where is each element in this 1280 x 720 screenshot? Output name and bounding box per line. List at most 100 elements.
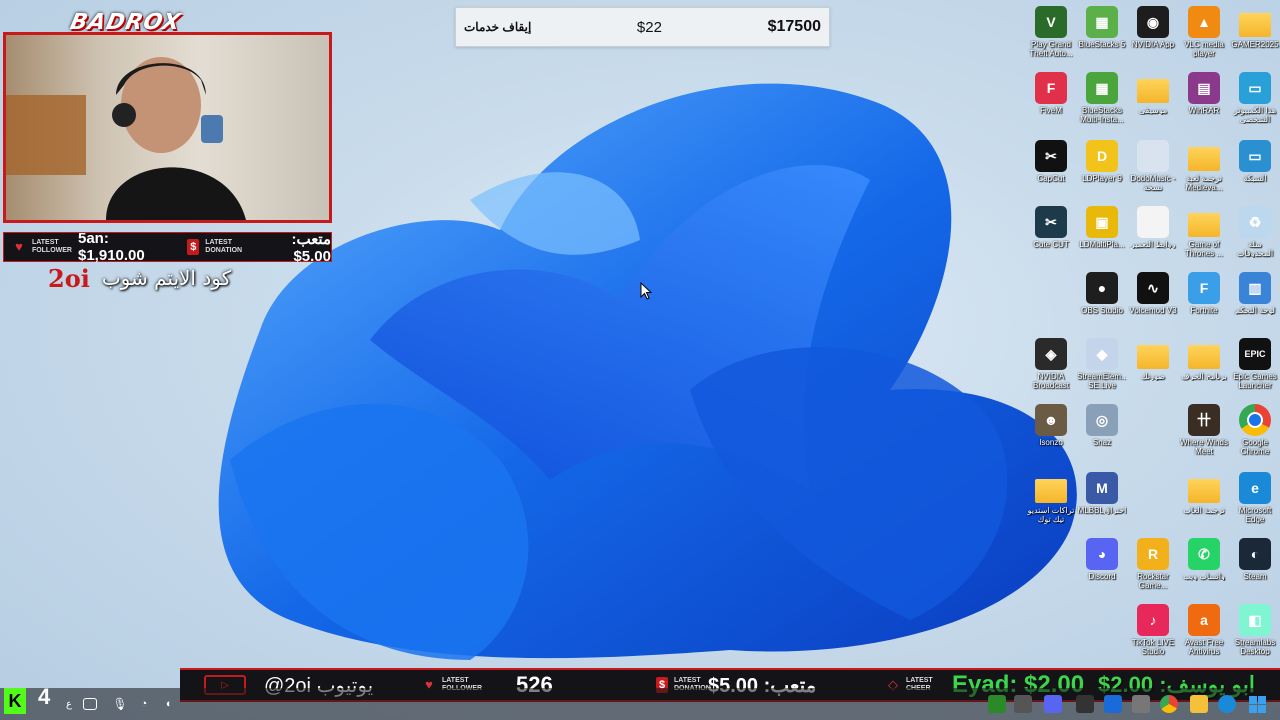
- desktop-icon-label: تراكات استديو تيك توك: [1027, 506, 1075, 524]
- desktop-icon[interactable]: برنامج الحرف: [1179, 338, 1229, 381]
- desktop-icon-label: الشبكة: [1243, 174, 1267, 183]
- desktop-icon[interactable]: ☻ Isonzo: [1026, 404, 1076, 447]
- desktop-icon[interactable]: ◎ Snaz: [1077, 404, 1127, 447]
- desktop-icon[interactable]: ◆ StreamElem... SE.Live: [1077, 338, 1127, 390]
- desktop-icon[interactable]: ▦ BlueStacks Multi-Insta...: [1077, 72, 1127, 124]
- discord-taskbar-icon[interactable]: [1042, 688, 1064, 720]
- desktop-icon[interactable]: e Microsoft Edge: [1230, 472, 1280, 524]
- streamelements-icon: ◆: [1086, 338, 1118, 370]
- desktop-icon[interactable]: ◐ Steam: [1230, 538, 1280, 581]
- desktop-icon[interactable]: R Rockstar Game...: [1128, 538, 1178, 590]
- desktop-icon[interactable]: موسيقى: [1128, 72, 1178, 115]
- desktop-icon[interactable]: ▭ الشبكة: [1230, 140, 1280, 183]
- app-icon[interactable]: [1012, 688, 1034, 720]
- desktop-icon-label: هذا الكمبيوتر الشخصي: [1233, 106, 1277, 124]
- desktop-icon-label: Fortnite: [1190, 306, 1218, 315]
- desktop-icon[interactable]: صورتك: [1128, 338, 1178, 381]
- stop-services-label: إيقاف خدمات: [464, 20, 532, 34]
- chrome-taskbar-icon[interactable]: [1158, 688, 1180, 720]
- desktop-icon[interactable]: ▤ WinRAR: [1179, 72, 1229, 115]
- desktop-icon[interactable]: ◉ NVIDIA App: [1128, 6, 1178, 49]
- app-icon[interactable]: [1130, 688, 1152, 720]
- desktop-icon[interactable]: تراكات استديو تيك توك: [1026, 472, 1076, 524]
- desktop-icon[interactable]: ▦ BlueStacks 5: [1077, 6, 1127, 49]
- desktop-icon[interactable]: ◈ NVIDIA Broadcast: [1026, 338, 1076, 390]
- desktop-icon[interactable]: ▥ لوحة التحكم: [1230, 272, 1280, 315]
- network-icon: ▭: [1239, 140, 1271, 172]
- microphone-icon[interactable]: 🎙: [112, 688, 128, 720]
- epic-games-icon: EPIC: [1239, 338, 1271, 370]
- app-icon[interactable]: [1074, 688, 1096, 720]
- desktop-icon[interactable]: ◕ Discord: [1077, 538, 1127, 581]
- desktop-icon[interactable]: روابط التعمير: [1128, 206, 1178, 249]
- desktop-icon[interactable]: ♻ سلة المحذوفات: [1230, 206, 1280, 258]
- steam-icon: ◐: [1239, 538, 1271, 570]
- keyboard-language-icon[interactable]: ع: [62, 688, 76, 720]
- desktop-icon[interactable]: F Fortnite: [1179, 272, 1229, 315]
- desktop-icon[interactable]: ✆ واتساب ويب: [1179, 538, 1229, 581]
- mouse-cursor-icon: [640, 282, 652, 300]
- desktop-icon-label: ترجمة لعبة Medieva...: [1185, 174, 1223, 192]
- latest-follower-value: 5an: $1,910.00: [78, 230, 145, 264]
- desktop-icon-label: LDMultiPla...: [1079, 240, 1125, 249]
- desktop-icon[interactable]: ▲ VLC media player: [1179, 6, 1229, 58]
- desktop-icon[interactable]: 卄 Where Winds Meet: [1179, 404, 1229, 456]
- desktop-icon[interactable]: ● OBS Studio: [1077, 272, 1127, 315]
- folder-icon: [1239, 6, 1271, 38]
- desktop-icon[interactable]: Google Chrome: [1230, 404, 1280, 456]
- taskbar: ع 🎙 ◔ ◖: [0, 688, 1280, 720]
- desktop-icon[interactable]: F FiveM: [1026, 72, 1076, 115]
- desktop-icon-label: Cute CUT: [1033, 240, 1069, 249]
- desktop-icon[interactable]: GAMER2025: [1230, 6, 1280, 49]
- desktop-icon[interactable]: D LDPlayer 9: [1077, 140, 1127, 183]
- desktop-icon-label: Discord: [1088, 572, 1116, 581]
- fivem-icon: F: [1035, 72, 1067, 104]
- edge-taskbar-icon[interactable]: [1216, 688, 1238, 720]
- desktop-icon[interactable]: ترجمة لعبة Medieva...: [1179, 140, 1229, 192]
- desktop-icon[interactable]: Game of Thrones ...: [1179, 206, 1229, 258]
- desktop-icon-label: Epic Games Launcher: [1233, 372, 1277, 390]
- xbox-icon[interactable]: [986, 688, 1008, 720]
- volume-icon[interactable]: ◖: [160, 688, 176, 720]
- desktop-icon-label: NVIDIA Broadcast: [1032, 372, 1070, 390]
- desktop-icon-label: Game of Thrones ...: [1184, 240, 1224, 258]
- webcam-figure: [6, 57, 246, 220]
- file-explorer-icon[interactable]: [1188, 688, 1210, 720]
- desktop-icon-label: لوحة التحكم: [1234, 306, 1275, 315]
- app-icon[interactable]: [1102, 688, 1124, 720]
- desktop-icon[interactable]: ✂ Cute CUT: [1026, 206, 1076, 249]
- desktop-icon-label: BlueStacks Multi-Insta...: [1080, 106, 1124, 124]
- desktop-icon[interactable]: a Avast Free Antivirus: [1179, 604, 1229, 656]
- desktop-icon-label: واتساب ويب: [1183, 572, 1225, 581]
- rockstar-icon: R: [1137, 538, 1169, 570]
- desktop-icon-label: StreamElem... SE.Live: [1077, 372, 1127, 390]
- network-tray-icon[interactable]: ◔: [136, 688, 152, 720]
- desktop-icon[interactable]: V Play Grand Theft Auto...: [1026, 6, 1076, 58]
- desktop-icon[interactable]: EPIC Epic Games Launcher: [1230, 338, 1280, 390]
- desktop-icon-label: FiveM: [1040, 106, 1062, 115]
- terminal-icon[interactable]: [82, 688, 98, 720]
- desktop-icon[interactable]: ✂ CapCut: [1026, 140, 1076, 183]
- desktop-icon-label: NVIDIA App: [1131, 40, 1175, 49]
- desktop-icon-label: GAMER2025: [1231, 40, 1279, 49]
- desktop-icon[interactable]: ▭ هذا الكمبيوتر الشخصي: [1230, 72, 1280, 124]
- desktop-icon-label: Rockstar Game...: [1137, 572, 1169, 590]
- capcut-icon: ✂: [1035, 140, 1067, 172]
- desktop-icon[interactable]: ▣ LDMultiPla...: [1077, 206, 1127, 249]
- vlc-icon: ▲: [1188, 6, 1220, 38]
- desktop-icon[interactable]: ♪ TikTok LIVE Studio: [1128, 604, 1178, 656]
- discord-icon: ◕: [1086, 538, 1118, 570]
- kick-viewer-count: 4: [38, 684, 51, 709]
- start-button[interactable]: [1246, 688, 1268, 720]
- desktop-icon[interactable]: ∿ Voicemod V3: [1128, 272, 1178, 315]
- recycle-bin-icon: ♻: [1239, 206, 1271, 238]
- item-shop-code: 2oi كود الايتم شوب: [48, 262, 288, 294]
- desktop-icon[interactable]: ترجمة الغاب: [1179, 472, 1229, 515]
- price-value: $22: [636, 18, 662, 36]
- webcam-feed: [3, 32, 332, 223]
- desktop-icon[interactable]: DodoMusic - نسخة: [1128, 140, 1178, 192]
- desktop-icon[interactable]: ◧ Streamlabs Desktop: [1230, 604, 1280, 656]
- desktop-icon-label: Google Chrome: [1240, 438, 1270, 456]
- desktop-icon[interactable]: M MLBBLاختراق: [1077, 472, 1127, 515]
- folder-icon: [1188, 206, 1220, 238]
